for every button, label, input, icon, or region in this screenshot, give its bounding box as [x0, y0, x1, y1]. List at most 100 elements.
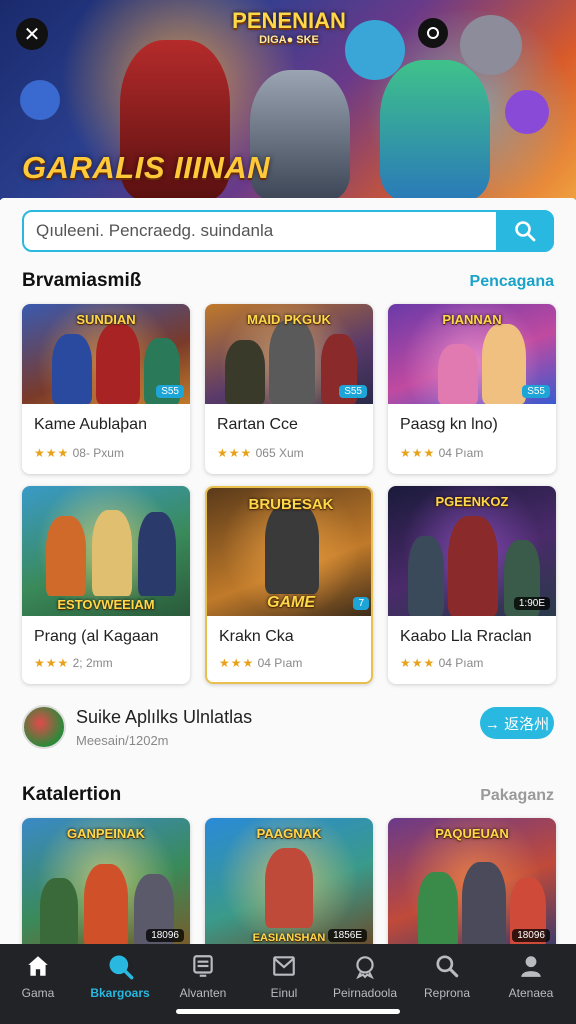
badge-icon	[351, 952, 379, 980]
game-meta: ★★★ 065 Xum	[217, 446, 304, 460]
rating-stars: ★★★	[219, 656, 255, 670]
game-meta: ★★★ 08- Pxum	[34, 446, 124, 460]
search-icon	[106, 952, 134, 980]
game-thumbnail: PAQUEUAN 18096	[388, 818, 556, 948]
thumbnail-title: ESTOVWEEIAM	[57, 597, 155, 612]
content-panel: Qıuleeni. Pencraedg. suindanla Brvamiasm…	[0, 198, 576, 968]
game-meta: ★★★ 04 Pıam	[400, 446, 483, 460]
game-thumbnail: ESTOVWEEIAM	[22, 486, 190, 616]
tab-peirnadoola[interactable]: Peirnadoola	[324, 952, 406, 1000]
game-card[interactable]: MAID PKGUK S55 Rartan Cce ★★★ 065 Xum	[205, 304, 373, 474]
tab-atenaea[interactable]: Atenaea	[490, 952, 572, 1000]
hero-character-heroine	[380, 60, 490, 200]
price-badge: 7	[353, 597, 369, 610]
section-header: Brvamiasmiß Pencagana	[22, 270, 554, 292]
price-badge: 1856E	[328, 929, 367, 942]
hero-character-creature	[505, 90, 549, 134]
hero-logo-line2: DIGA● SKE	[259, 34, 319, 46]
game-thumbnail: GANPEINAK 18096	[22, 818, 190, 948]
close-button[interactable]: ✕	[16, 18, 48, 50]
promo-title: Suike Aplılks Ulnlatlas	[76, 707, 253, 727]
thumbnail-title: BRUBESAK	[248, 496, 334, 513]
thumbnail-title: PAAGNAK	[256, 826, 322, 841]
tab-gama[interactable]: Gama	[0, 952, 79, 1000]
game-title: Rartan Cce	[217, 416, 298, 433]
rating-stars: ★★★	[400, 656, 436, 670]
thumbnail-title: PIANNAN	[442, 312, 502, 327]
hero-banner[interactable]: PENENIAN DIGA● SKE GARALIS IIINAN ✕	[0, 0, 576, 200]
search-bar[interactable]: Qıuleeni. Pencraedg. suindanla	[22, 210, 554, 252]
promo-button[interactable]: → 返洛州	[480, 707, 554, 739]
game-meta: ★★★ 2; 2mm	[34, 656, 113, 670]
hero-character-creature	[345, 20, 405, 80]
profile-icon	[517, 952, 545, 980]
price-badge: 1:90E	[513, 597, 550, 610]
game-meta-text: 2; 2mm	[72, 656, 113, 670]
section-title: Katalertion	[22, 784, 122, 805]
rating-stars: ★★★	[34, 446, 70, 460]
tab-label: Peirnadoola	[332, 986, 398, 1000]
thumbnail-title: PAQUEUAN	[435, 826, 509, 841]
home-icon	[24, 952, 52, 980]
thumbnail-title: SUNDIAN	[76, 312, 136, 327]
tab-label: Gama	[21, 986, 55, 1000]
game-thumbnail: SUNDIAN S55	[22, 304, 190, 404]
game-card[interactable]: SUNDIAN S55 Kame Aublaþan ★★★ 08- Pxum	[22, 304, 190, 474]
search-icon	[515, 221, 536, 242]
game-thumbnail: PGEENKOZ 1:90E	[388, 486, 556, 616]
rating-stars: ★★★	[400, 446, 436, 460]
tab-reprona[interactable]: Reprona	[406, 952, 488, 1000]
mail-icon	[270, 952, 298, 980]
close-icon: ✕	[23, 23, 41, 46]
game-meta-text: 04 Pıam	[438, 656, 484, 670]
search-button[interactable]	[496, 210, 554, 252]
thumbnail-title: PGEENKOZ	[435, 494, 509, 509]
game-title: Prang (al Kagaan	[34, 628, 159, 645]
game-meta: ★★★ 04 Pıam	[400, 656, 483, 670]
price-badge: 18096	[512, 929, 550, 942]
game-card[interactable]: PIANNAN S55 Paasg kn lno) ★★★ 04 Pıam	[388, 304, 556, 474]
tab-bkargoars[interactable]: Bkargoars	[79, 952, 161, 1000]
tab-label: Reprona	[423, 986, 471, 1000]
hero-logo-line1: PENENIAN	[232, 8, 346, 33]
tab-label: Alvanten	[179, 986, 227, 1000]
game-title: Krakn Cka	[219, 628, 294, 645]
rating-stars: ★★★	[34, 656, 70, 670]
search-input[interactable]: Qıuleeni. Pencraedg. suindanla	[24, 221, 496, 241]
tab-label: Einul	[270, 986, 298, 1000]
section-header: Katalertion Pakaganz	[22, 784, 554, 806]
game-thumbnail: MAID PKGUK S55	[205, 304, 373, 404]
game-title: Paasg kn lno)	[400, 416, 498, 433]
game-thumbnail: PAAGNAK EASIANSHAN 1856E	[205, 818, 373, 948]
circle-icon	[427, 27, 439, 39]
see-all-link[interactable]: Pakaganz	[480, 787, 554, 805]
document-icon	[189, 952, 217, 980]
game-card[interactable]: BRUBESAK GAME 7 Krakn Cka ★★★ 04 Pıam	[205, 486, 373, 684]
promo-row[interactable]: Suike Aplılks Ulnlatlas Meesain/1202m → …	[22, 703, 554, 753]
hero-character-creature	[460, 15, 522, 75]
section-title: Brvamiasmiß	[22, 270, 142, 291]
tab-einul[interactable]: Einul	[243, 952, 325, 1000]
hero-title: GARALIS IIINAN	[22, 150, 271, 185]
game-thumbnail: PIANNAN S55	[388, 304, 556, 404]
record-button[interactable]	[418, 18, 448, 48]
see-all-link[interactable]: Pencagana	[470, 273, 554, 291]
game-card[interactable]: ESTOVWEEIAM Prang (al Kagaan ★★★ 2; 2mm	[22, 486, 190, 684]
thumbnail-title: GANPEINAK	[66, 826, 145, 841]
thumbnail-subtitle: GAME	[267, 594, 315, 611]
price-badge: S55	[156, 385, 184, 398]
tab-label: Atenaea	[508, 986, 554, 1000]
home-indicator[interactable]	[176, 1009, 400, 1014]
game-card[interactable]: PGEENKOZ 1:90E Kaabo Lla Rraclan ★★★ 04 …	[388, 486, 556, 684]
game-meta-text: 04 Pıam	[438, 446, 484, 460]
game-meta-text: 08- Pxum	[72, 446, 124, 460]
hero-logo: PENENIAN DIGA● SKE	[228, 10, 350, 46]
tab-alvanten[interactable]: Alvanten	[162, 952, 244, 1000]
price-badge: 18096	[146, 929, 184, 942]
promo-subtitle: Meesain/1202m	[76, 733, 169, 748]
game-thumbnail: BRUBESAK GAME 7	[207, 488, 371, 616]
hero-character-creature	[20, 80, 60, 120]
game-meta: ★★★ 04 Pıam	[219, 656, 302, 670]
price-badge: S55	[339, 385, 367, 398]
tab-label: Bkargoars	[90, 986, 150, 1000]
